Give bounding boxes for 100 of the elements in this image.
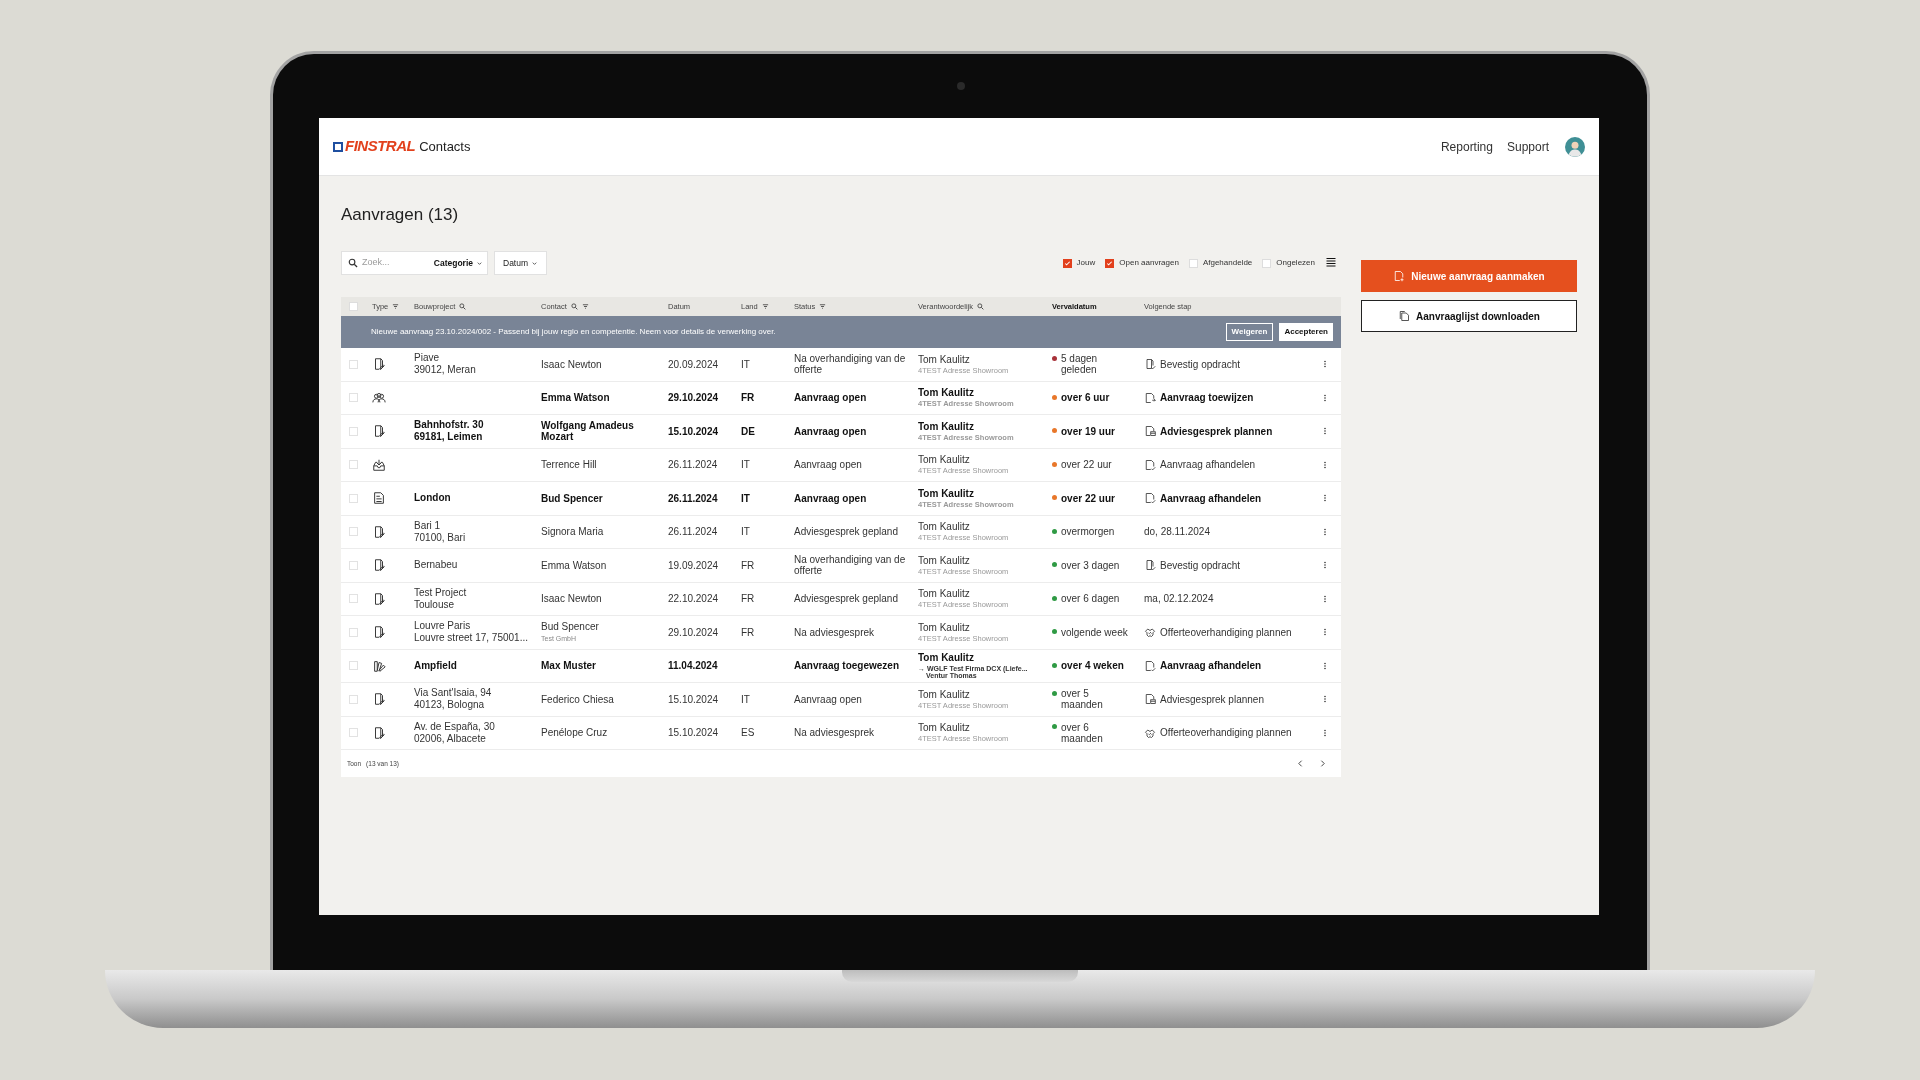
row-checkbox[interactable] [349,627,358,637]
document-calendar-icon [1144,693,1156,706]
chevron-down-icon [476,259,483,267]
filter-checkbox[interactable] [1262,258,1272,268]
menu-icon[interactable] [1325,257,1337,269]
contact-name: Emma Watson [541,559,608,571]
nav-link[interactable]: Support [1506,137,1549,156]
search-icon[interactable] [977,303,985,310]
next-step-text: Aanvraag afhandelen [1160,660,1262,672]
row-checkbox[interactable] [349,527,358,537]
door-icon [372,357,386,372]
contact-name: Terrence Hill [541,459,598,471]
row-checkbox[interactable] [349,661,358,671]
project-text: 70100, Bari [414,531,467,544]
door-check-icon [1144,358,1156,371]
chevron-right-icon[interactable] [1318,759,1327,768]
door-icon [372,692,386,707]
due-text: overmorgen [1061,526,1116,538]
owner-name: Tom Kaulitz [918,487,974,499]
document-icon [372,491,386,506]
search-icon[interactable] [459,303,467,310]
more-icon[interactable] [1321,526,1329,537]
avatar[interactable] [1565,136,1585,157]
more-icon[interactable] [1321,727,1329,738]
reject-button[interactable]: Weigeren [1225,323,1274,341]
project-text: Piave [414,352,440,365]
contact-name: Federico Chiesa [541,693,615,705]
search-icon[interactable] [570,303,578,310]
contact-name: Penélope Cruz [541,727,609,739]
country-text: IT [741,459,750,471]
banner-text: Nieuwe aanvraag 23.10.2024/002 - Passend bij jouw regio en competentie. Neem voor details de verwerking over. [371,326,776,338]
contact-name: Isaac Newton [541,358,603,370]
more-icon[interactable] [1321,392,1329,403]
filter-icon[interactable] [392,303,400,310]
row-checkbox[interactable] [349,359,358,369]
more-icon[interactable] [1321,660,1329,671]
due-text: over 22 uur [1061,492,1116,504]
due-text: over 3 dagen [1061,559,1121,571]
more-icon[interactable] [1321,627,1329,638]
nav-link[interactable]: Reporting [1440,137,1493,156]
project-text: Louvre Paris [414,620,472,633]
owner-name: Tom Kaulitz [918,521,970,533]
accept-button[interactable]: Accepteren [1279,323,1333,341]
row-checkbox[interactable] [349,560,358,570]
category-dropdown[interactable]: Categorie [433,256,483,270]
more-icon[interactable] [1321,694,1329,705]
due-text: 5 dagen geleden [1061,353,1099,376]
download-button[interactable]: Aanvraaglijst downloaden [1361,300,1577,332]
door-check-icon [1144,559,1156,572]
filter-icon[interactable] [761,303,769,310]
chevron-left-icon[interactable] [1296,759,1305,768]
more-icon[interactable] [1321,426,1329,437]
select-all-checkbox[interactable] [349,302,358,311]
camera-lens [957,82,965,90]
status-text: Na overhandiging van de offerte [794,353,906,376]
project-text: 02006, Albacete [414,732,487,745]
inbox-icon [372,457,386,472]
filter-checkbox[interactable] [1062,258,1072,268]
new-request-button[interactable]: Nieuwe aanvraag aanmaken [1361,260,1577,292]
status-text: Na overhandiging van de offerte [794,554,906,577]
more-icon[interactable] [1321,560,1329,571]
more-icon[interactable] [1321,459,1329,470]
filter-icon[interactable] [819,303,827,310]
due-text: over 4 weken [1061,660,1125,672]
next-step-text: Aanvraag toewijzen [1160,392,1254,404]
row-checkbox[interactable] [349,694,358,704]
contact-name: Emma Watson [541,392,611,404]
row-checkbox[interactable] [349,594,358,604]
row-checkbox[interactable] [349,728,358,738]
more-icon[interactable] [1321,359,1329,370]
row-checkbox[interactable] [349,460,358,470]
row-checkbox[interactable] [349,493,358,503]
row-checkbox[interactable] [349,393,358,403]
project-text: Av. de España, 30 [414,720,496,733]
logo-wordmark: FINSTRAL [345,136,416,157]
filter-icon[interactable] [581,303,589,310]
documents-icon [1398,310,1411,322]
country-text: FR [741,559,755,571]
status-text: Aanvraag open [794,425,867,437]
owner-name: Tom Kaulitz [918,621,970,633]
more-icon[interactable] [1321,493,1329,504]
due-text: volgende week [1061,626,1129,638]
filter-checkbox[interactable] [1105,258,1115,268]
country-text: ES [741,727,755,739]
country-text: FR [741,626,755,638]
due-text: over 6 maanden [1061,721,1104,744]
status-text: Aanvraag open [794,459,862,471]
date-text: 26.11.2024 [668,492,718,504]
owner-name: Tom Kaulitz [918,554,970,566]
filter-checkbox[interactable] [1188,258,1198,268]
status-text: Aanvraag open [794,392,867,404]
row-checkbox[interactable] [349,426,358,436]
status-text: Na adviesgesprek [794,727,875,739]
date-text: 20.09.2024 [668,358,719,370]
search-field[interactable]: Zoek... [362,256,416,270]
country-text: FR [741,593,755,605]
next-step-text: Offerteoverhandiging plannen [1160,626,1292,638]
more-icon[interactable] [1321,593,1329,604]
date-text: 15.10.2024 [668,727,719,739]
date-dropdown[interactable]: Datum [494,251,548,275]
